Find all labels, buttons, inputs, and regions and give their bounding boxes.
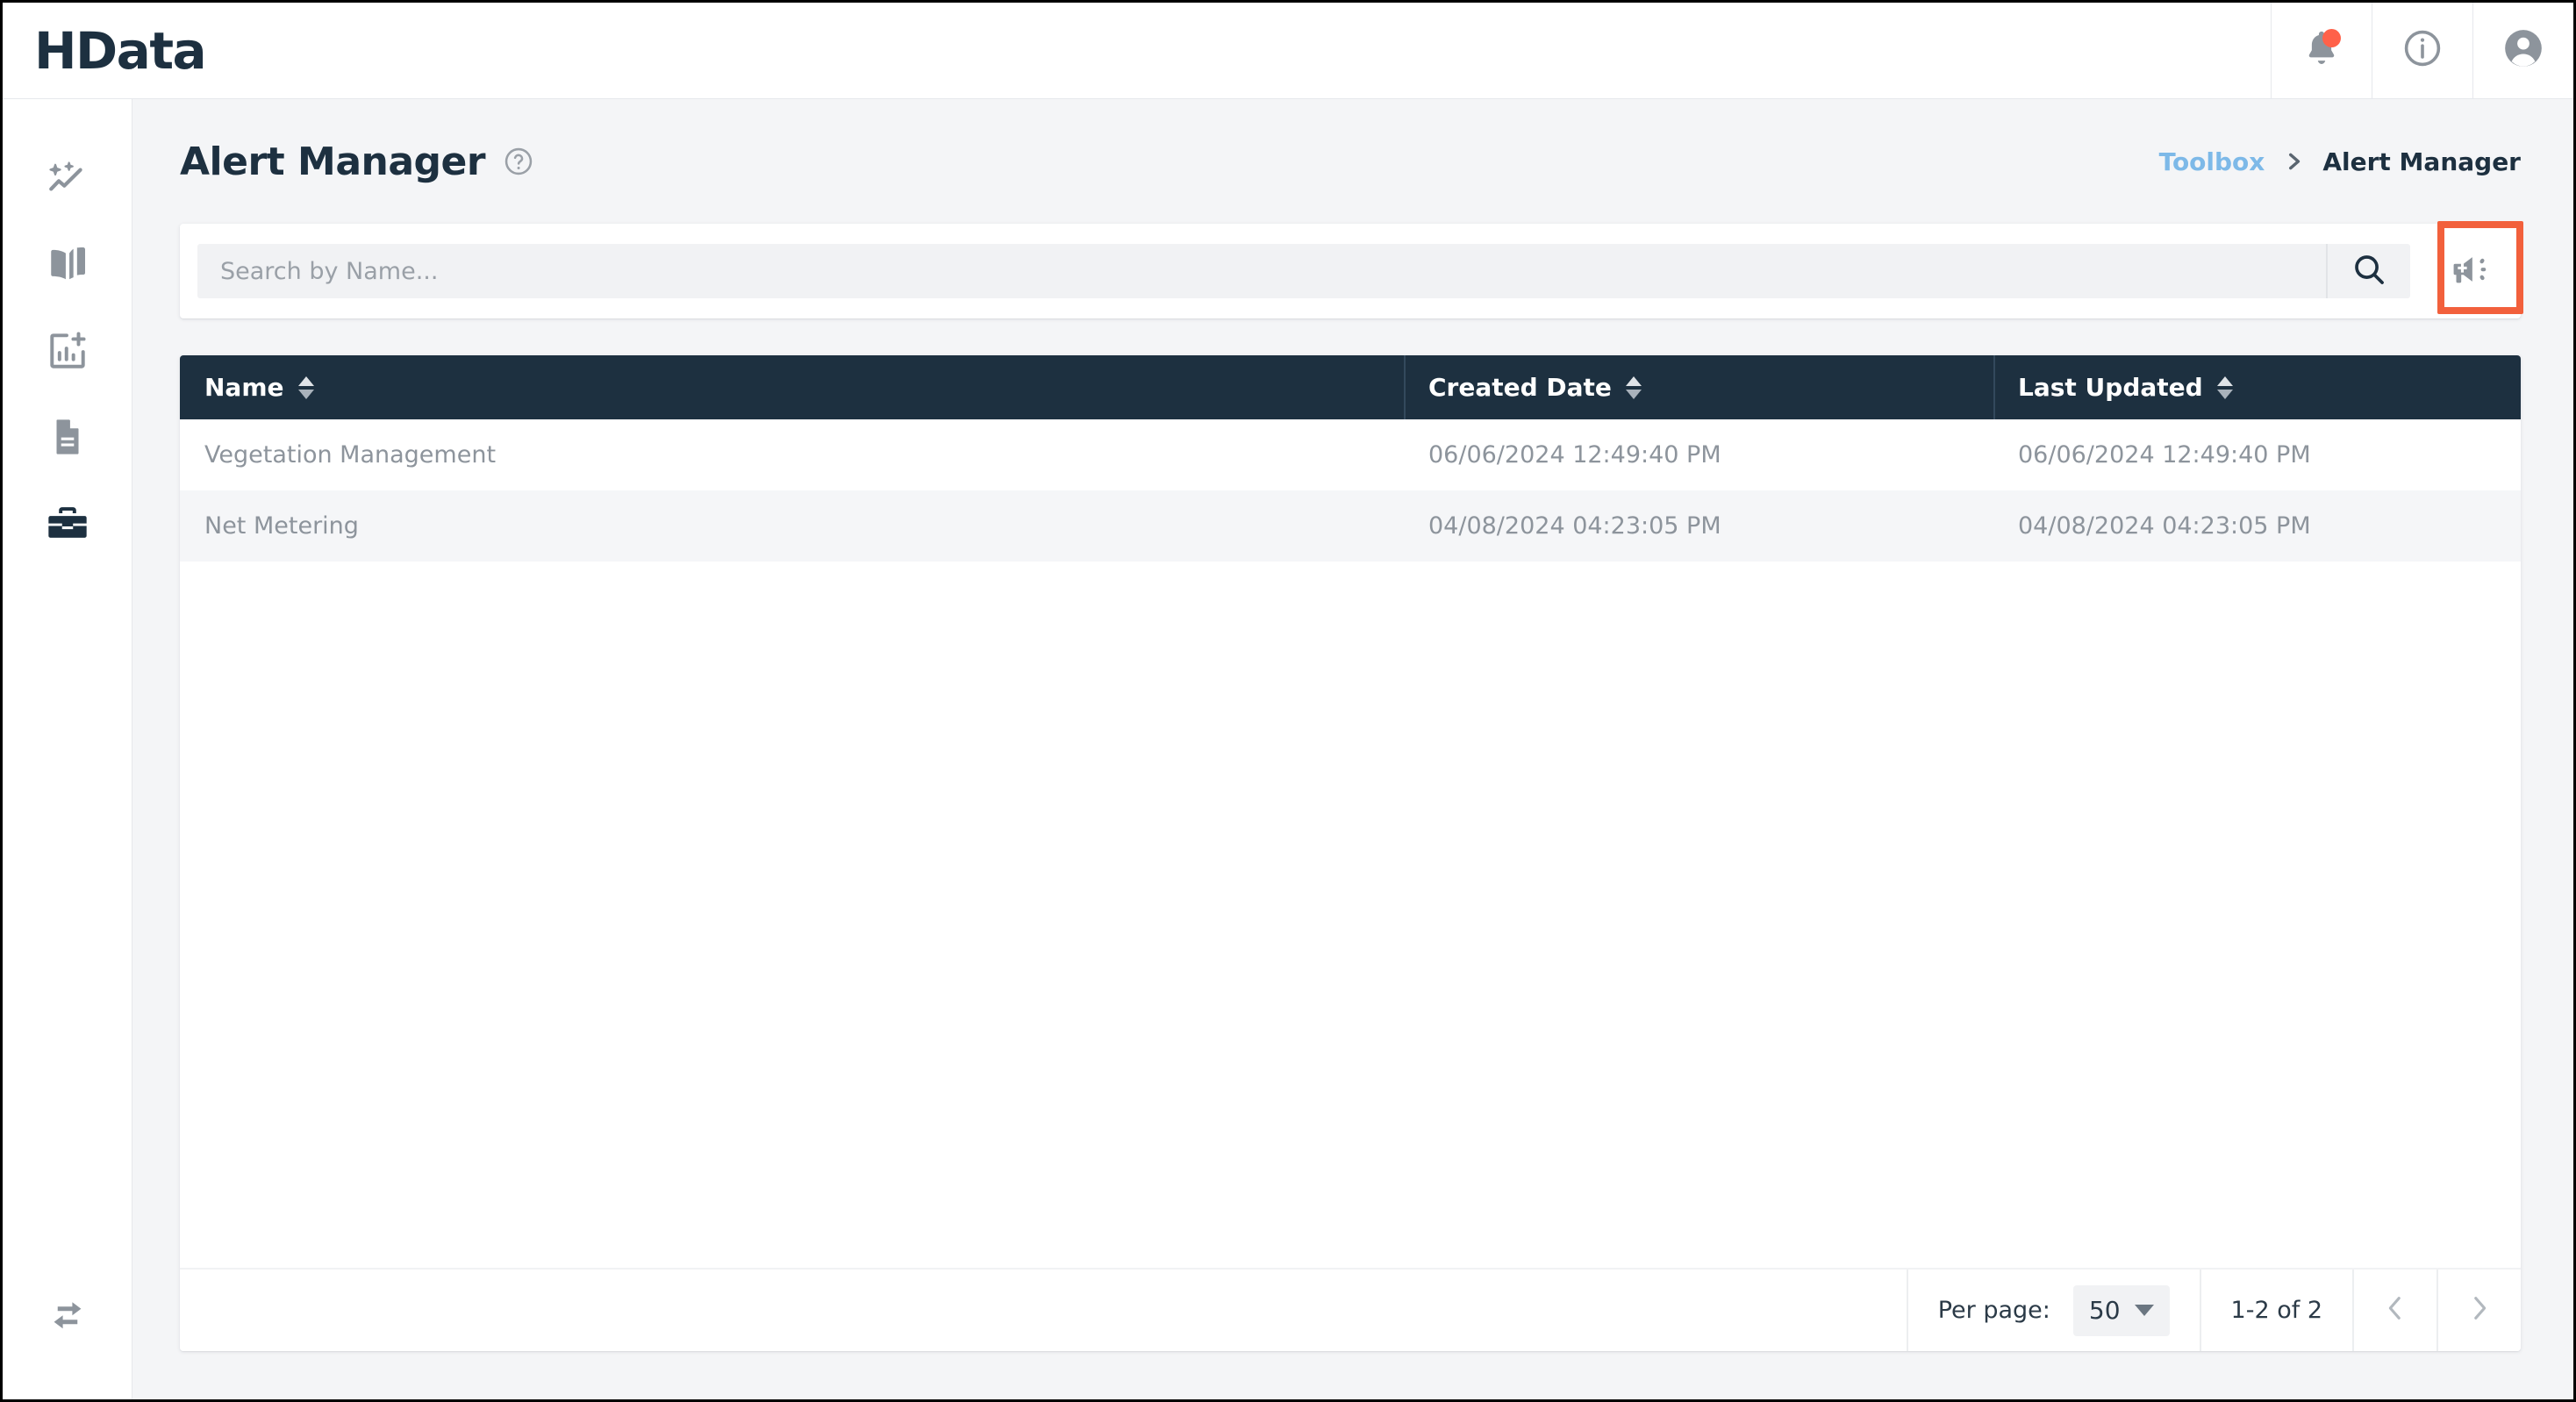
user-avatar-icon <box>2501 26 2545 75</box>
sidebar-item-library[interactable] <box>3 224 132 310</box>
chart-add-icon <box>46 329 89 377</box>
cell-last-updated: 04/08/2024 04:23:05 PM <box>2018 512 2311 540</box>
table-pagination: Per page: 50 1-2 of 2 <box>180 1268 2521 1351</box>
page-title: Alert Manager <box>180 139 486 184</box>
search-panel <box>180 224 2521 318</box>
sidebar-item-documents[interactable] <box>3 396 132 482</box>
notifications-button[interactable] <box>2271 3 2372 98</box>
breadcrumb-current: Alert Manager <box>2322 147 2521 176</box>
sidebar-item-insights[interactable] <box>3 138 132 224</box>
breadcrumb-link-toolbox[interactable]: Toolbox <box>2159 147 2265 176</box>
search-field-wrapper <box>197 244 2326 298</box>
table-row[interactable]: Vegetation Management 06/06/2024 12:49:4… <box>180 419 2521 490</box>
table-row[interactable]: Net Metering 04/08/2024 04:23:05 PM 04/0… <box>180 490 2521 562</box>
brand-logo[interactable]: HData <box>3 3 207 98</box>
swap-arrows-icon <box>46 1292 89 1341</box>
info-button[interactable] <box>2372 3 2472 98</box>
header-spacer <box>205 3 2271 98</box>
cell-name: Net Metering <box>204 512 359 540</box>
header-actions <box>2271 3 2573 98</box>
sidebar-collapse-toggle[interactable] <box>3 1273 132 1359</box>
search-submit-button[interactable] <box>2326 244 2410 298</box>
previous-page-button[interactable] <box>2352 1270 2436 1351</box>
column-header-last-updated-label: Last Updated <box>2018 373 2203 402</box>
create-alert-button[interactable] <box>2435 237 2503 305</box>
notification-badge-dot <box>2322 29 2341 47</box>
info-circle-icon <box>2401 27 2444 74</box>
open-book-icon <box>46 243 89 291</box>
column-header-created-date-label: Created Date <box>1428 373 1612 402</box>
question-circle-icon[interactable] <box>503 146 534 177</box>
chevron-right-icon <box>2465 1293 2494 1327</box>
sort-arrows-icon <box>1625 376 1642 399</box>
column-header-created-date[interactable]: Created Date <box>1404 355 1993 419</box>
column-header-name[interactable]: Name <box>180 355 1404 419</box>
chevron-left-icon <box>2380 1293 2410 1327</box>
sort-arrows-icon <box>2216 376 2233 399</box>
left-sidebar <box>3 99 132 1399</box>
app-window: HData Alert Manager Toolbox Alert Manage… <box>0 0 2576 1402</box>
toolbox-icon <box>46 501 89 549</box>
page-header: Alert Manager Toolbox Alert Manager <box>132 99 2573 224</box>
per-page-group: Per page: 50 <box>1906 1270 2200 1351</box>
chevron-right-icon <box>2282 150 2305 173</box>
main-content: Alert Manager Toolbox Alert Manager Sear… <box>132 99 2573 1399</box>
brand-logo-text: HData <box>34 20 207 81</box>
column-header-last-updated[interactable]: Last Updated <box>1993 355 2521 419</box>
search-icon <box>2351 251 2387 292</box>
sparkle-chart-icon <box>46 157 89 205</box>
per-page-label: Per page: <box>1937 1297 2050 1324</box>
cell-last-updated: 06/06/2024 12:49:40 PM <box>2018 441 2311 469</box>
search-input[interactable] <box>220 257 2326 285</box>
next-page-button[interactable] <box>2436 1270 2521 1351</box>
page-range-text: 1-2 of 2 <box>2230 1297 2322 1324</box>
table-body: Vegetation Management 06/06/2024 12:49:4… <box>180 419 2521 1268</box>
cell-name: Vegetation Management <box>204 441 497 469</box>
sidebar-item-new-chart[interactable] <box>3 310 132 396</box>
sort-arrows-icon <box>297 376 314 399</box>
sidebar-item-toolbox[interactable] <box>3 482 132 568</box>
top-header-bar: HData <box>3 3 2573 99</box>
breadcrumb: Toolbox Alert Manager <box>2159 147 2521 176</box>
chevron-down-icon <box>2134 1305 2154 1316</box>
per-page-select[interactable]: 50 <box>2072 1284 2170 1336</box>
page-range-group: 1-2 of 2 <box>2199 1270 2352 1351</box>
cell-created-date: 04/08/2024 04:23:05 PM <box>1428 512 1721 540</box>
table-header-row: Name Created Date Last Updated <box>180 355 2521 419</box>
account-button[interactable] <box>2472 3 2573 98</box>
megaphone-add-icon <box>2450 250 2488 293</box>
document-icon <box>46 415 89 463</box>
alerts-table-panel: Name Created Date Last Updated Vegetatio… <box>180 355 2521 1351</box>
column-header-name-label: Name <box>204 373 284 402</box>
per-page-value: 50 <box>2088 1296 2121 1325</box>
cell-created-date: 06/06/2024 12:49:40 PM <box>1428 441 1721 469</box>
